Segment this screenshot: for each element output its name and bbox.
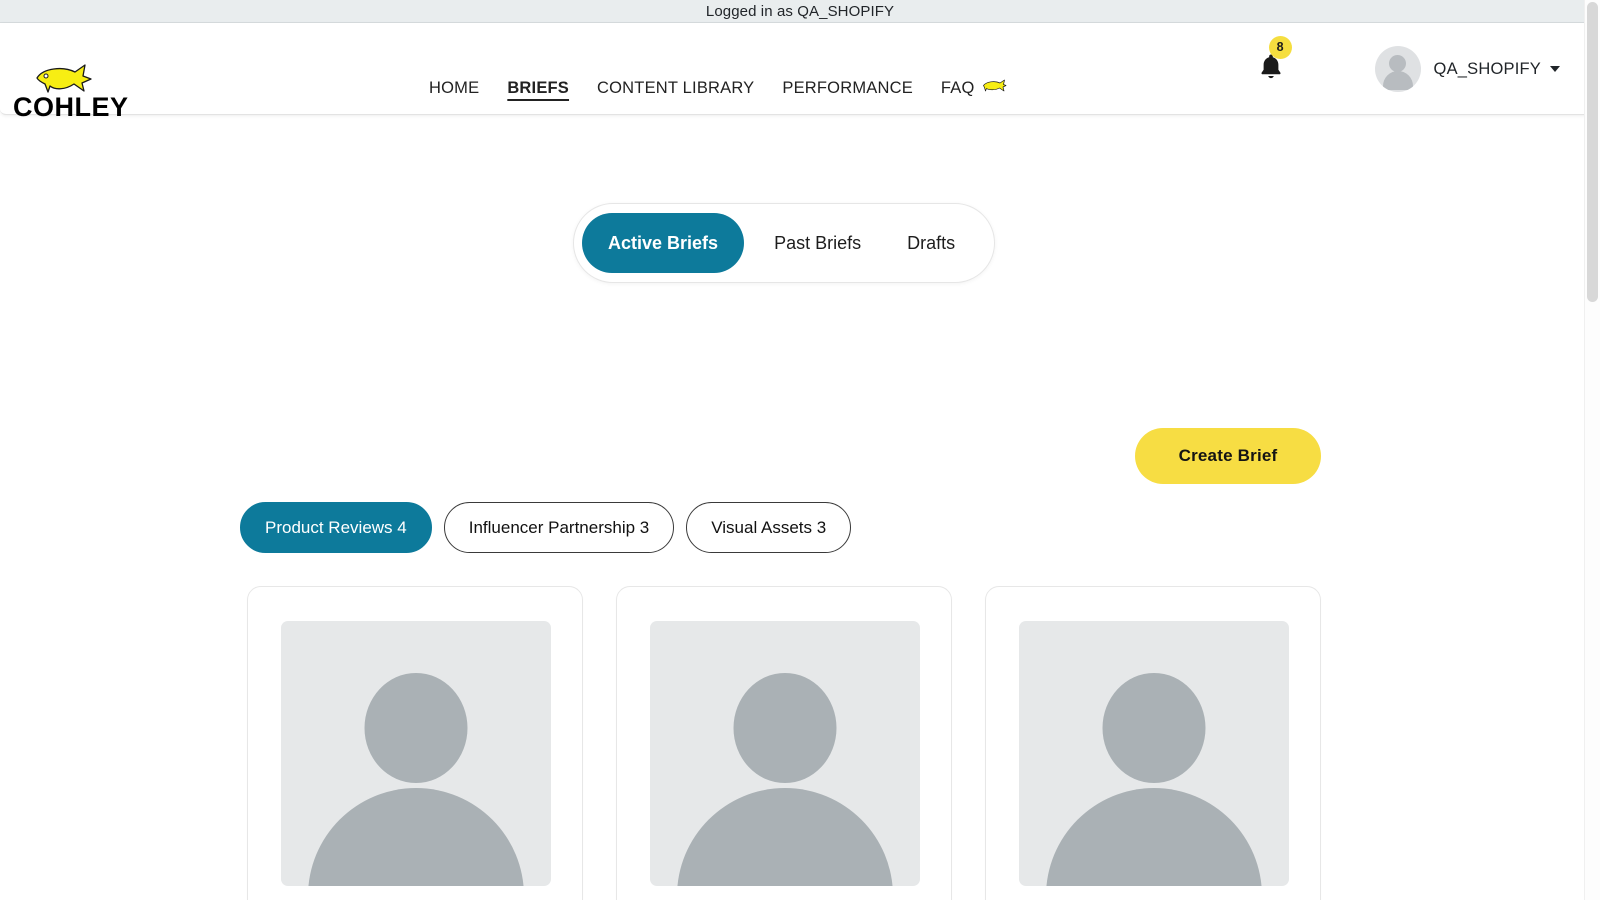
tab-past-briefs[interactable]: Past Briefs bbox=[752, 213, 883, 273]
notifications-button[interactable]: 8 bbox=[1257, 52, 1285, 87]
header-right-controls: 8 QA_SHOPIFY bbox=[1257, 23, 1560, 115]
impersonation-banner: Logged in as QA_SHOPIFY bbox=[0, 0, 1600, 23]
chip-product-reviews-label: Product Reviews 4 bbox=[265, 518, 407, 538]
tab-drafts-label: Drafts bbox=[907, 233, 955, 254]
site-header: COHLEY HOME BRIEFS CONTENT LIBRARY PERFO… bbox=[0, 23, 1600, 115]
page-scrollbar[interactable] bbox=[1584, 0, 1600, 900]
user-avatar-icon bbox=[1375, 46, 1421, 92]
nav-item-faq[interactable]: FAQ bbox=[927, 78, 1021, 98]
image-placeholder-person-icon bbox=[650, 621, 920, 886]
nav-item-content-library[interactable]: CONTENT LIBRARY bbox=[583, 79, 768, 98]
user-menu[interactable]: QA_SHOPIFY bbox=[1375, 46, 1560, 92]
brief-card[interactable]: Product Review test for rejecting bbox=[616, 586, 952, 900]
notification-count-badge: 8 bbox=[1269, 36, 1292, 59]
image-placeholder-person-icon bbox=[1019, 621, 1289, 886]
tab-past-briefs-label: Past Briefs bbox=[774, 233, 861, 254]
nav-item-faq-label: FAQ bbox=[941, 79, 975, 98]
tab-active-briefs-label: Active Briefs bbox=[608, 233, 718, 254]
tab-drafts[interactable]: Drafts bbox=[885, 213, 977, 273]
chip-product-reviews[interactable]: Product Reviews 4 bbox=[240, 502, 432, 553]
chip-influencer-partnership[interactable]: Influencer Partnership 3 bbox=[444, 502, 675, 553]
chip-influencer-partnership-label: Influencer Partnership 3 bbox=[469, 518, 650, 538]
nav-item-performance-label: PERFORMANCE bbox=[782, 79, 913, 98]
brand-logo[interactable]: COHLEY bbox=[13, 63, 193, 121]
nav-item-home[interactable]: HOME bbox=[429, 79, 493, 98]
brief-card[interactable]: Product Review Nicole's Neckties bbox=[985, 586, 1321, 900]
briefs-tab-group: Active Briefs Past Briefs Drafts bbox=[573, 203, 995, 283]
fish-icon bbox=[982, 78, 1007, 98]
image-placeholder-person-icon bbox=[281, 621, 551, 886]
create-brief-button[interactable]: Create Brief bbox=[1135, 428, 1321, 484]
brief-card-grid: Product Review Shopify orders Product Re… bbox=[247, 586, 1321, 900]
nav-item-briefs-label: BRIEFS bbox=[507, 79, 569, 98]
impersonation-text: Logged in as QA_SHOPIFY bbox=[706, 3, 894, 20]
category-filter-chips: Product Reviews 4 Influencer Partnership… bbox=[240, 502, 851, 553]
tab-active-briefs[interactable]: Active Briefs bbox=[582, 213, 744, 273]
page-scrollbar-thumb[interactable] bbox=[1587, 2, 1598, 302]
main-nav: HOME BRIEFS CONTENT LIBRARY PERFORMANCE … bbox=[429, 78, 1021, 98]
nav-item-content-library-label: CONTENT LIBRARY bbox=[597, 79, 754, 98]
chip-visual-assets-label: Visual Assets 3 bbox=[711, 518, 826, 538]
user-menu-label: QA_SHOPIFY bbox=[1434, 60, 1541, 79]
brief-card[interactable]: Product Review Shopify orders bbox=[247, 586, 583, 900]
main-content: Active Briefs Past Briefs Drafts Create … bbox=[0, 115, 1584, 900]
nav-item-performance[interactable]: PERFORMANCE bbox=[768, 79, 927, 98]
chip-visual-assets[interactable]: Visual Assets 3 bbox=[686, 502, 851, 553]
nav-item-home-label: HOME bbox=[429, 79, 479, 98]
chevron-down-icon bbox=[1550, 66, 1560, 72]
nav-item-briefs[interactable]: BRIEFS bbox=[493, 79, 583, 98]
